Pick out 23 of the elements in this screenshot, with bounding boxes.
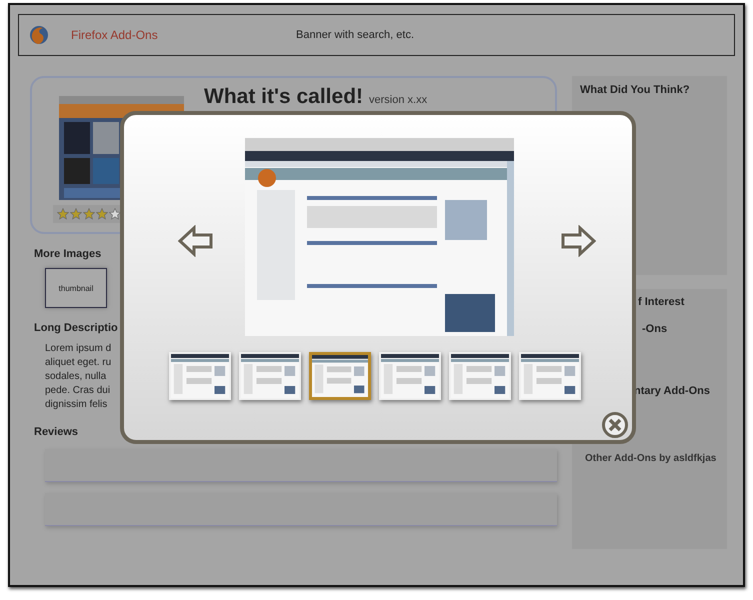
close-icon[interactable] (602, 412, 628, 438)
related-link[interactable]: Other Add-Ons by asldfkjas (585, 453, 727, 464)
panel-heading: -Ons (641, 323, 668, 335)
version-label: version x.xx (369, 94, 428, 106)
star-icon (70, 208, 82, 220)
addon-title: What it's called! (204, 85, 364, 109)
panel-heading: f Interest (637, 296, 686, 308)
left-arrow-icon[interactable] (178, 225, 214, 257)
right-arrow-icon[interactable] (560, 225, 596, 257)
star-icon (83, 208, 95, 220)
star-icon (109, 208, 121, 220)
brand-name[interactable]: Firefox Add-Ons (71, 28, 226, 42)
section-heading: Reviews (34, 426, 80, 438)
section-heading: Long Descriptio (34, 322, 119, 334)
star-icon (96, 208, 108, 220)
panel-heading: What Did You Think? (580, 84, 691, 96)
section-heading: More Images (34, 248, 102, 260)
thumbnail-button[interactable] (309, 352, 371, 400)
banner-text: Banner with search, etc. (296, 29, 414, 41)
star-icon (57, 208, 69, 220)
logo-icon (29, 25, 49, 45)
thumbnail-button[interactable]: thumbnail (45, 268, 107, 308)
description-text: Lorem ipsum d aliquet eget. ru sodales, nulla pede. Cras dui dignissim felis (45, 342, 112, 412)
